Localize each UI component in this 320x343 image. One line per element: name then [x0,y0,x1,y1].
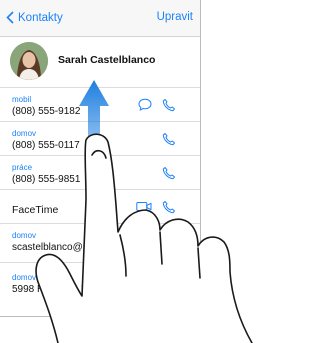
mobile-number[interactable]: (808) 555-9182 [12,106,80,117]
phone-icon[interactable] [162,166,176,180]
phone-icon[interactable] [162,200,176,214]
phone-icon[interactable] [162,98,176,112]
video-icon[interactable] [136,201,152,212]
facetime-label: FaceTime [12,204,59,216]
mobile-label: mobil [12,95,32,104]
chevron-left-icon [6,11,14,24]
scroll-arrow-icon [79,80,109,320]
home-phone-label: domov [12,129,37,138]
email-label: domov [12,231,37,240]
avatar [10,42,48,80]
work-phone-label: práce [12,163,33,172]
back-button[interactable]: Kontakty [6,11,63,24]
navigation-bar: Kontakty Upravit [0,0,200,37]
phone-icon[interactable] [162,132,176,146]
work-phone-number[interactable]: (808) 555-9851 [12,174,80,185]
back-label: Kontakty [18,11,63,24]
contact-name: Sarah Castelblanco [58,54,156,66]
edit-button[interactable]: Upravit [157,11,193,23]
message-icon[interactable] [138,98,152,111]
home-phone-number[interactable]: (808) 555-0117 [12,140,80,151]
address-label: domov [12,273,37,282]
